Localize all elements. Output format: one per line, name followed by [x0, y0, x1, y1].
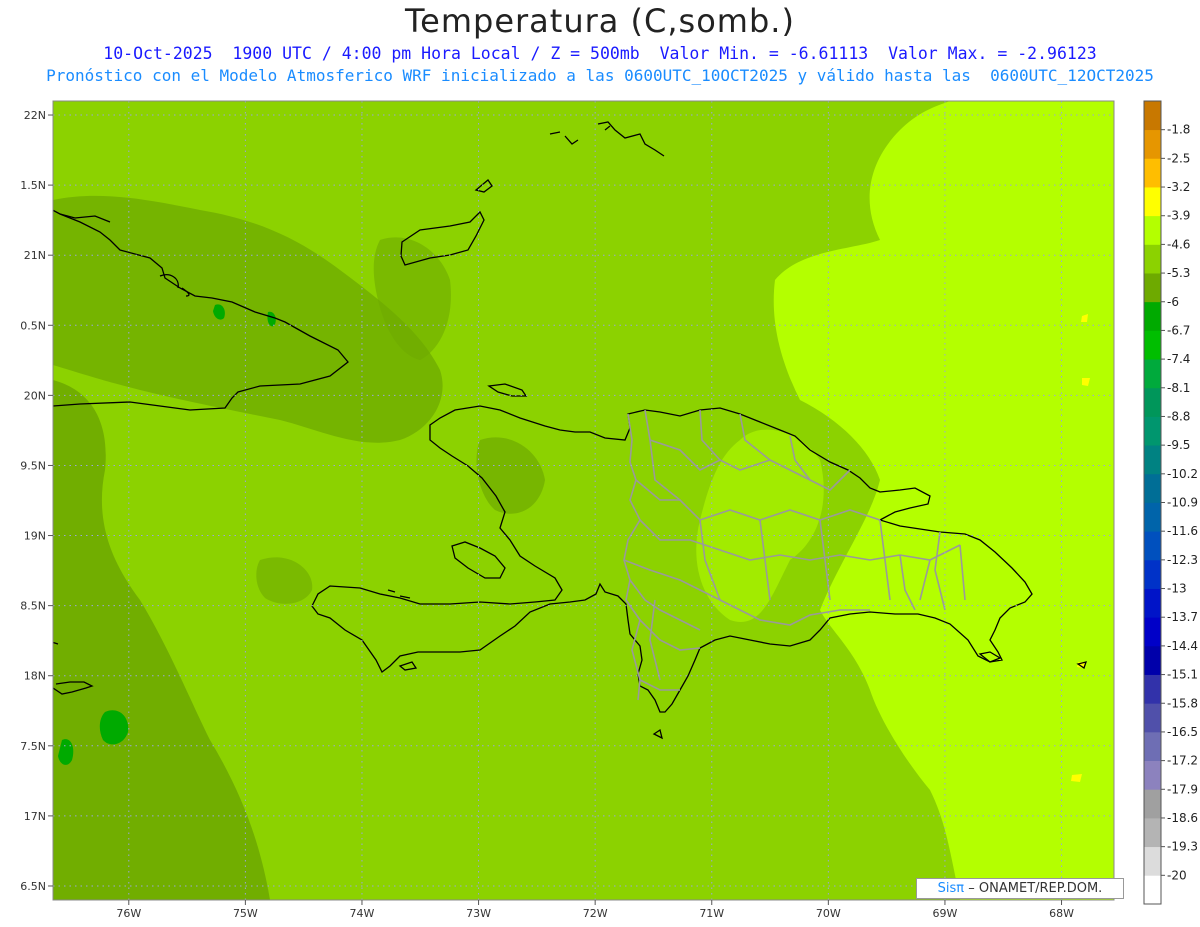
- colorbar-label: -3.9: [1167, 209, 1190, 223]
- colorbar-label: -7.4: [1167, 352, 1190, 366]
- colorbar-label: -9.5: [1167, 438, 1190, 452]
- colorbar-label: -18.6: [1167, 811, 1198, 825]
- colorbar-swatch: [1144, 531, 1161, 561]
- colorbar-swatch: [1144, 760, 1161, 790]
- colorbar-swatch: [1144, 674, 1161, 704]
- map-field: [53, 101, 1114, 900]
- lon-tick-label: 71W: [699, 907, 724, 920]
- colorbar-swatch: [1144, 731, 1161, 762]
- colorbar-swatch: [1144, 789, 1161, 819]
- colorbar-swatch: [1144, 875, 1161, 905]
- colorbar-swatch: [1144, 101, 1161, 131]
- colorbar-swatch: [1144, 359, 1161, 389]
- lat-tick-label: 22N: [24, 109, 46, 122]
- colorbar-swatch: [1144, 244, 1161, 274]
- lon-tick-label: 70W: [816, 907, 841, 920]
- colorbar-label: -10.2: [1167, 467, 1198, 481]
- colorbar-label: -12.3: [1167, 553, 1198, 567]
- colorbar-swatch: [1144, 129, 1161, 159]
- lat-tick-label: 0.5N: [20, 319, 46, 332]
- colorbar-swatch: [1144, 645, 1161, 675]
- colorbar-label: -8.8: [1167, 409, 1190, 423]
- colorbar-swatch: [1144, 416, 1161, 446]
- colorbar-label: -15.8: [1167, 696, 1198, 710]
- lat-tick-label: 20N: [24, 389, 46, 402]
- weather-map: 22N 1.5N 21N 0.5N 20N 9.5N 19N 8.5N 18N 7.5N 17N 6.…: [20, 100, 1198, 920]
- sispi-logo: Sisπ: [937, 881, 965, 896]
- lat-tick-label: 17N: [24, 810, 46, 823]
- colorbar-swatch: [1144, 330, 1161, 360]
- lat-tick-label: 6.5N: [20, 880, 46, 893]
- colorbar-label: -6.7: [1167, 323, 1190, 337]
- colorbar-label: -11.6: [1167, 524, 1198, 538]
- lat-tick-label: 1.5N: [20, 179, 46, 192]
- lon-tick-label: 68W: [1049, 907, 1074, 920]
- colorbar-label: -17.2: [1167, 754, 1198, 768]
- colorbar-swatch: [1144, 187, 1161, 217]
- lat-tick-label: 7.5N: [20, 740, 46, 753]
- lat-tick-label: 9.5N: [20, 459, 46, 472]
- colorbar-label: -1.8: [1167, 123, 1190, 137]
- lon-tick-label: 73W: [466, 907, 491, 920]
- lon-tick-label: 76W: [116, 907, 141, 920]
- lon-tick-label: 72W: [583, 907, 608, 920]
- colorbar-label: -8.1: [1167, 381, 1190, 395]
- credit-text: – ONAMET/REP.DOM.: [968, 881, 1103, 896]
- lon-tick-label: 74W: [350, 907, 375, 920]
- colorbar-swatch: [1144, 473, 1161, 503]
- colorbar-swatch: [1144, 817, 1161, 848]
- colorbar-label: -19.3: [1167, 840, 1198, 854]
- colorbar-swatch: [1144, 502, 1161, 532]
- colorbar-label: -14.4: [1167, 639, 1198, 653]
- colorbar-swatch: [1144, 387, 1161, 417]
- colorbar-label: -13.7: [1167, 610, 1198, 624]
- colorbar-swatch: [1144, 215, 1161, 245]
- colorbar-label: -5.3: [1167, 266, 1190, 280]
- colorbar-swatch: [1144, 273, 1161, 303]
- colorbar-label: -15.1: [1167, 668, 1198, 682]
- colorbar-label: -6: [1167, 295, 1179, 309]
- colorbar: -1.8 -2.5 -3.2 -3.9 -4.6 -5.3 -6 -6.7 -7.4 -8.1 -8…: [1143, 100, 1198, 905]
- colorbar-swatch: [1144, 559, 1161, 589]
- colorbar-swatch: [1144, 703, 1161, 733]
- colorbar-label: -10.9: [1167, 496, 1198, 510]
- credit-box: Sisπ – ONAMET/REP.DOM.: [916, 878, 1124, 899]
- lon-tick-label: 75W: [233, 907, 258, 920]
- lat-tick-label: 8.5N: [20, 600, 46, 613]
- lat-tick-label: 19N: [24, 530, 46, 543]
- lat-tick-label: 18N: [24, 670, 46, 683]
- colorbar-label: -17.9: [1167, 782, 1198, 796]
- colorbar-label: -2.5: [1167, 151, 1190, 165]
- colorbar-swatch: [1144, 158, 1161, 188]
- colorbar-label: -13: [1167, 582, 1187, 596]
- colorbar-swatch: [1144, 588, 1161, 618]
- colorbar-label: -3.2: [1167, 180, 1190, 194]
- latitude-axis: 22N 1.5N 21N 0.5N 20N 9.5N 19N 8.5N 18N 7.5N 17N 6.…: [20, 109, 53, 893]
- colorbar-label: -20: [1167, 868, 1187, 882]
- colorbar-swatch: [1144, 617, 1161, 647]
- colorbar-swatch: [1144, 301, 1161, 331]
- colorbar-label: -16.5: [1167, 725, 1198, 739]
- colorbar-label: -4.6: [1167, 237, 1190, 251]
- colorbar-swatch: [1144, 846, 1161, 876]
- colorbar-swatch: [1144, 445, 1161, 475]
- lat-tick-label: 21N: [24, 249, 46, 262]
- longitude-axis: 76W 75W 74W 73W 72W 71W 70W 69W 68W: [116, 900, 1074, 920]
- lon-tick-label: 69W: [933, 907, 958, 920]
